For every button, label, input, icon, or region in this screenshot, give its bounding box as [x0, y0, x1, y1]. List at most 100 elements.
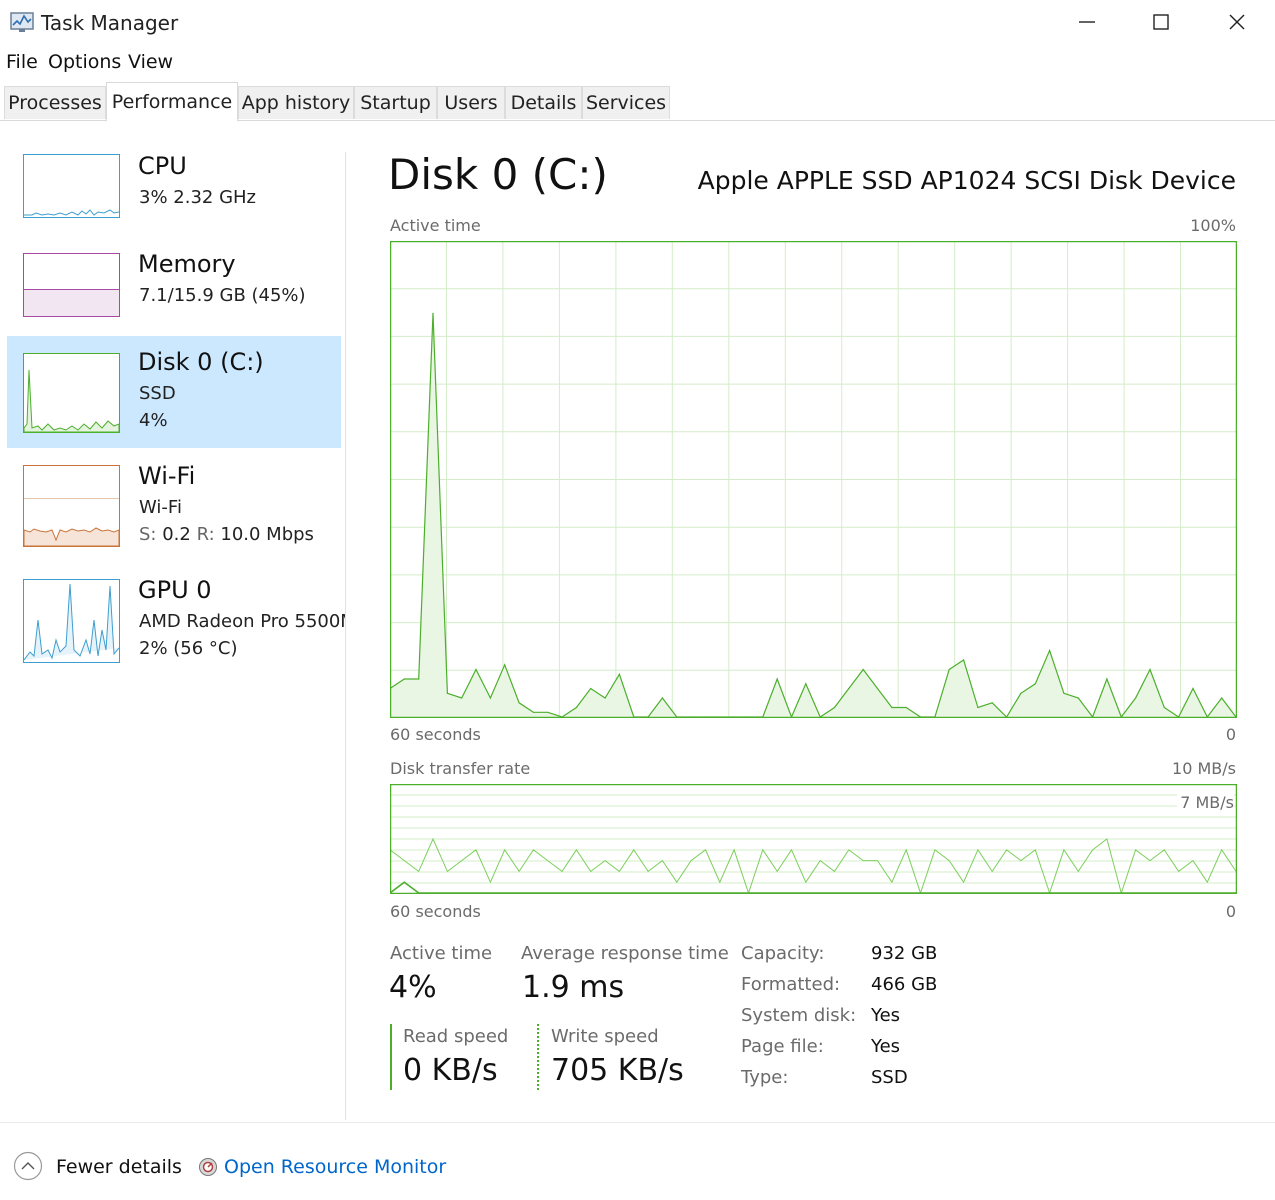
active-time-point [905, 706, 907, 709]
system-disk-value: Yes [871, 1005, 901, 1026]
cpu-title: CPU [138, 152, 187, 180]
tab-users[interactable]: Users [437, 86, 505, 119]
active-time-label: Active time [390, 943, 493, 964]
gpu-model: AMD Radeon Pro 5500M [139, 611, 345, 632]
active-time-point [948, 668, 950, 671]
active-time-point [862, 668, 864, 671]
transfer-rate-chart [390, 784, 1237, 894]
active-time-point [1077, 697, 1079, 699]
maximize-button[interactable] [1126, 0, 1196, 44]
sidebar-item-memory[interactable]: Memory 7.1/15.9 GB (45%) [7, 238, 341, 350]
active-time-chart-label: Active time [390, 216, 481, 235]
capacity-value: 932 GB [871, 943, 938, 964]
active-time-chart-max: 100% [1190, 216, 1236, 235]
chevron-up-icon [13, 1151, 43, 1181]
formatted-value: 466 GB [871, 974, 938, 995]
wifi-throughput: S: 0.2 R: 10.0 Mbps [139, 524, 314, 545]
disk-model-name: Apple APPLE SSD AP1024 SCSI Disk Device [697, 166, 1236, 195]
sidebar-item-disk[interactable]: Disk 0 (C:) SSD 4% [7, 336, 341, 448]
disk-thumbnail-graph [23, 353, 120, 433]
active-time-point [575, 706, 577, 709]
active-time-point [1192, 687, 1194, 690]
memory-thumbnail-graph [23, 253, 120, 317]
active-time-point [618, 673, 620, 675]
task-manager-icon [10, 10, 36, 34]
wifi-title: Wi-Fi [138, 462, 196, 490]
active-time-point [977, 706, 979, 709]
close-button[interactable] [1202, 0, 1272, 44]
sidebar-divider [345, 152, 346, 1120]
active-time-point [489, 697, 491, 699]
gpu-thumbnail-graph [23, 579, 120, 663]
tab-app-history[interactable]: App history [238, 86, 354, 119]
active-time-point [604, 697, 606, 699]
active-time-point [461, 697, 463, 699]
read-speed-indicator [390, 1024, 392, 1090]
active-time-point [963, 659, 965, 661]
active-time-point [547, 711, 549, 713]
wifi-adapter: Wi-Fi [139, 497, 182, 518]
active-time-point [432, 312, 434, 314]
title-bar: Task Manager [0, 0, 1275, 44]
active-time-point [1106, 678, 1108, 680]
gpu-title: GPU 0 [138, 576, 212, 604]
gpu-usage-temp: 2% (56 °C) [139, 638, 238, 659]
write-speed-value: 705 KB/s [551, 1053, 684, 1088]
window-title: Task Manager [41, 11, 179, 35]
active-time-point [1020, 692, 1022, 694]
active-time-point [532, 711, 534, 713]
avg-response-label: Average response time [521, 943, 729, 964]
close-icon [1229, 14, 1245, 30]
tab-performance[interactable]: Performance [106, 82, 238, 121]
menu-view[interactable]: View [128, 51, 173, 73]
memory-title: Memory [138, 250, 236, 278]
page-title: Disk 0 (C:) [388, 150, 608, 199]
fewer-details-link[interactable]: Fewer details [56, 1156, 182, 1178]
transfer-chart-label: Disk transfer rate [390, 759, 531, 778]
write-speed-label: Write speed [551, 1026, 659, 1047]
active-time-point [1034, 683, 1036, 685]
wifi-thumbnail-graph [23, 465, 120, 547]
active-time-chart-zero: 0 [1225, 725, 1236, 744]
active-time-point [891, 706, 893, 709]
active-time-point [1221, 697, 1223, 699]
read-speed-label: Read speed [403, 1026, 509, 1047]
tab-startup[interactable]: Startup [354, 86, 437, 119]
type-label: Type: [741, 1067, 789, 1088]
transfer-chart-max: 10 MB/s [1172, 759, 1236, 778]
disk-type: SSD [139, 383, 176, 404]
tab-services[interactable]: Services [582, 86, 670, 119]
open-resource-monitor-link[interactable]: Open Resource Monitor [224, 1156, 446, 1178]
active-time-point [876, 687, 879, 690]
active-time-point [504, 664, 506, 666]
page-file-label: Page file: [741, 1036, 824, 1057]
active-time-chart-window: 60 seconds [390, 725, 481, 744]
tab-details[interactable]: Details [505, 86, 582, 119]
active-time-point [446, 692, 448, 694]
minimize-button[interactable] [1052, 0, 1122, 44]
wifi-receive-label: R: [196, 524, 215, 545]
cpu-thumbnail-graph [23, 154, 120, 218]
fewer-details-button[interactable] [13, 1151, 43, 1181]
tab-processes[interactable]: Processes [4, 86, 106, 119]
minimize-icon [1079, 21, 1095, 23]
menu-options[interactable]: Options [48, 51, 121, 73]
system-disk-label: System disk: [741, 1005, 857, 1026]
transfer-chart-zero: 0 [1225, 902, 1236, 921]
disk-usage: 4% [139, 410, 168, 431]
menu-file[interactable]: File [6, 51, 38, 73]
type-value: SSD [871, 1067, 908, 1088]
active-time-point [1063, 692, 1065, 694]
sidebar-item-gpu[interactable]: GPU 0 AMD Radeon Pro 5500M 2% (56 °C) [7, 564, 345, 676]
active-time-point [418, 678, 420, 680]
sidebar-item-wifi[interactable]: Wi-Fi Wi-Fi S: 0.2 R: 10.0 Mbps [7, 450, 341, 562]
active-time-point [1163, 706, 1165, 709]
wifi-receive-value: 10.0 Mbps [220, 524, 314, 545]
transfer-chart-window: 60 seconds [390, 902, 481, 921]
footer-divider [0, 1122, 1275, 1123]
active-time-point [1135, 697, 1137, 699]
active-time-point [833, 706, 836, 709]
maximize-icon [1153, 14, 1169, 30]
write-speed-indicator [537, 1024, 539, 1090]
sidebar-item-cpu[interactable]: CPU 3% 2.32 GHz [7, 140, 341, 252]
